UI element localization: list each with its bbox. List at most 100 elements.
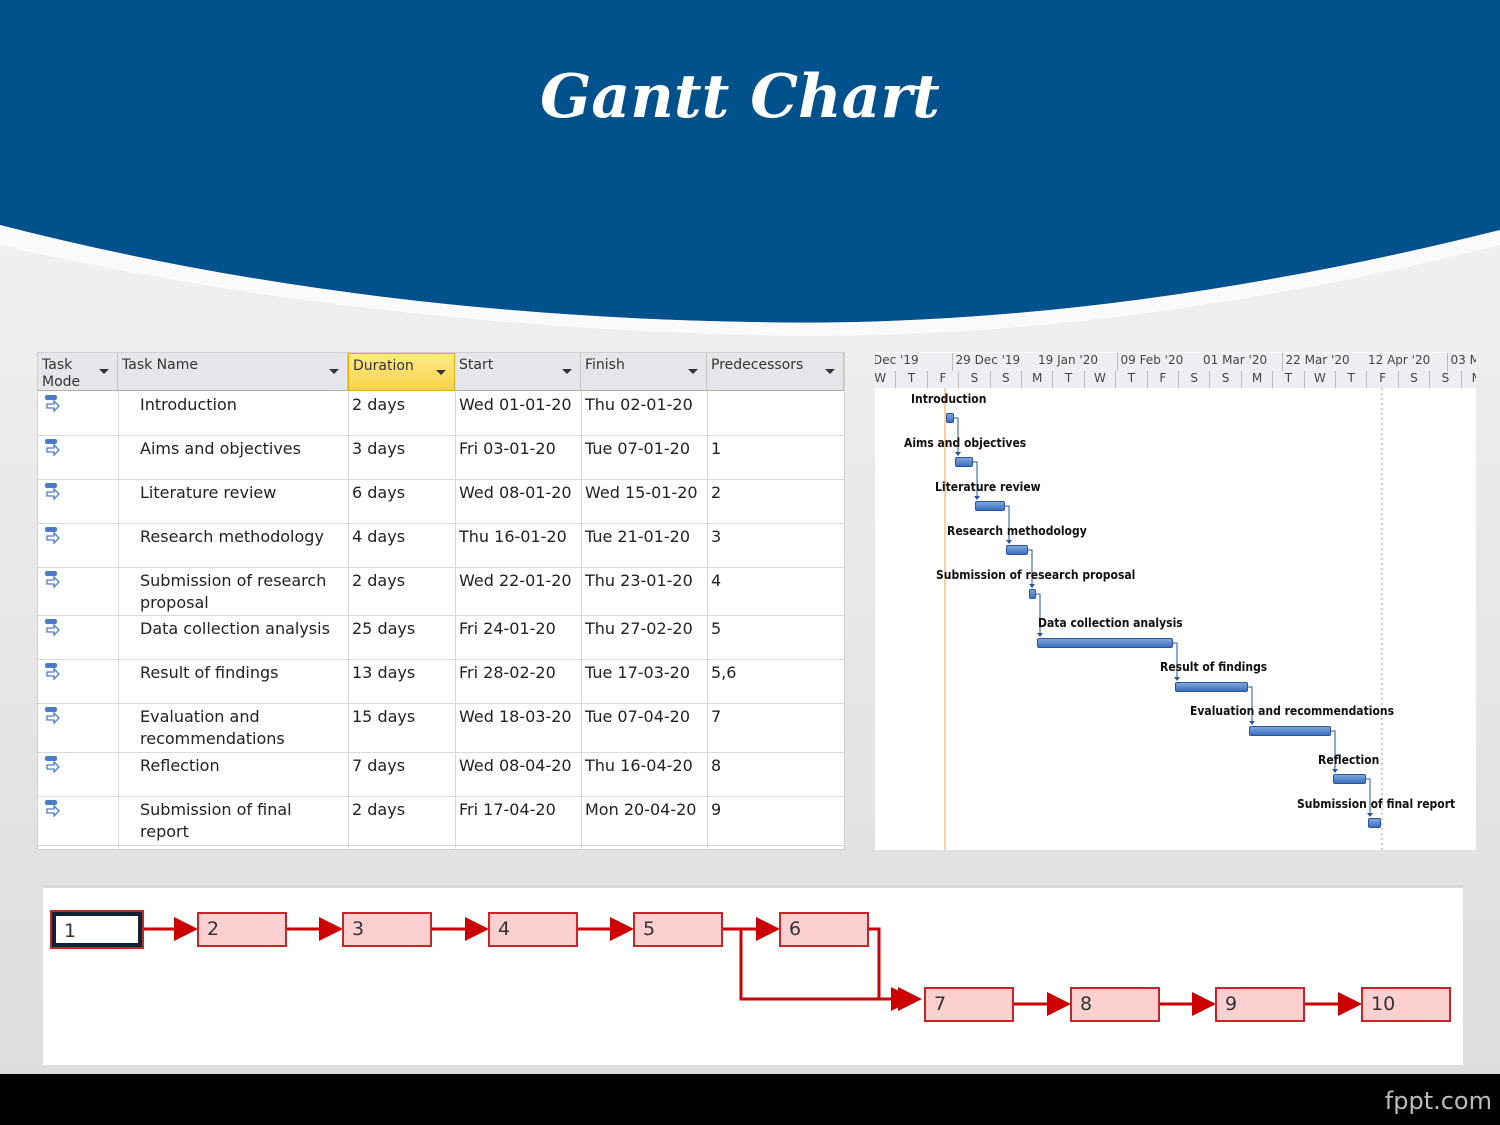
gantt-bar[interactable] xyxy=(1037,638,1173,648)
header-start[interactable]: Start xyxy=(455,353,581,391)
network-node[interactable]: 4 xyxy=(488,912,578,947)
auto-scheduled-task-icon xyxy=(45,571,60,588)
cell-name: Data collection analysis xyxy=(140,619,330,638)
cell-duration: 25 days xyxy=(352,619,416,638)
cell-start: Fri 24-01-20 xyxy=(459,619,556,638)
cell-duration: 15 days xyxy=(352,707,416,726)
gantt-bar[interactable] xyxy=(1029,589,1036,599)
gantt-bar[interactable] xyxy=(975,501,1005,511)
row-divider xyxy=(38,845,844,846)
network-node[interactable]: 3 xyxy=(342,912,432,947)
dropdown-arrow-icon[interactable] xyxy=(562,369,572,374)
auto-scheduled-task-icon xyxy=(45,619,60,636)
network-node[interactable]: 5 xyxy=(633,912,723,947)
gantt-bar-label: Result of findings xyxy=(1160,660,1268,674)
cell-finish: Mon 20-04-20 xyxy=(585,800,697,819)
cell-start: Wed 22-01-20 xyxy=(459,571,572,590)
gantt-bar-label: Aims and objectives xyxy=(904,436,1027,450)
gantt-bar[interactable] xyxy=(1368,818,1381,828)
auto-scheduled-task-icon xyxy=(45,663,60,680)
header-label: Task Mode xyxy=(42,357,81,390)
network-node[interactable]: 10 xyxy=(1361,987,1451,1022)
header-label: Task Name xyxy=(122,357,198,373)
cell-name: Introduction xyxy=(140,395,237,414)
gantt-bar[interactable] xyxy=(1249,726,1331,736)
auto-scheduled-task-icon xyxy=(45,800,60,817)
cell-duration: 2 days xyxy=(352,800,406,819)
cell-start: Fri 17-04-20 xyxy=(459,800,556,819)
gantt-bar-label: Submission of final report xyxy=(1297,797,1456,811)
header-label: Predecessors xyxy=(711,357,804,373)
auto-scheduled-task-icon xyxy=(45,756,60,773)
cell-pred: 8 xyxy=(711,756,722,775)
dropdown-arrow-icon[interactable] xyxy=(99,369,109,374)
brand-logo: fppt.com xyxy=(1384,1087,1492,1115)
gantt-bar-label: Reflection xyxy=(1318,753,1380,767)
footer-bar xyxy=(0,1074,1500,1125)
network-node[interactable]: 1 xyxy=(52,912,142,947)
cell-pred: 3 xyxy=(711,527,722,546)
gantt-links xyxy=(944,388,1383,850)
cell-pred xyxy=(708,392,838,396)
cell-start: Wed 01-01-20 xyxy=(459,395,572,414)
header-task-mode[interactable]: Task Mode xyxy=(38,353,118,391)
dependency-arrow xyxy=(1029,584,1035,588)
dependency-arrow xyxy=(1367,813,1373,817)
dropdown-arrow-icon[interactable] xyxy=(436,370,446,375)
auto-scheduled-task-icon xyxy=(45,439,60,456)
dependency-arrow xyxy=(955,452,961,456)
dropdown-arrow-icon[interactable] xyxy=(825,369,835,374)
dropdown-arrow-icon[interactable] xyxy=(688,369,698,374)
cell-finish: Thu 23-01-20 xyxy=(585,571,693,590)
cell-start: Thu 16-01-20 xyxy=(459,527,567,546)
cell-pred: 1 xyxy=(711,439,722,458)
cell-finish: Tue 21-01-20 xyxy=(585,527,691,546)
cell-name: Literature review xyxy=(140,483,277,502)
gantt-bar[interactable] xyxy=(1333,774,1366,784)
dropdown-arrow-icon[interactable] xyxy=(329,369,339,374)
cell-start: Wed 18-03-20 xyxy=(459,707,572,726)
gantt-bar[interactable] xyxy=(946,413,954,423)
cell-finish: Tue 07-04-20 xyxy=(585,707,691,726)
cell-finish: Thu 27-02-20 xyxy=(585,619,693,638)
cell-name: Aims and objectives xyxy=(140,439,301,458)
header-predecessors[interactable]: Predecessors xyxy=(707,353,844,391)
gantt-bar[interactable] xyxy=(955,457,973,467)
cell-name: Evaluation and recommendations xyxy=(140,707,285,748)
gantt-bar-label: Introduction xyxy=(911,392,987,406)
cell-duration: 3 days xyxy=(352,439,406,458)
header-label: Start xyxy=(459,357,494,373)
cell-name: Research methodology xyxy=(140,527,324,546)
cell-finish: Thu 02-01-20 xyxy=(585,395,693,414)
cell-finish: Tue 07-01-20 xyxy=(585,439,691,458)
network-node[interactable]: 6 xyxy=(779,912,869,947)
gantt-bar[interactable] xyxy=(1175,682,1248,692)
cell-pred: 2 xyxy=(711,483,722,502)
network-diagram: 1 2 3 4 5 6 7 8 9 10 xyxy=(43,885,1463,1065)
network-node[interactable]: 2 xyxy=(197,912,287,947)
header-task-name[interactable]: Task Name xyxy=(118,353,348,391)
network-node[interactable]: 9 xyxy=(1215,987,1305,1022)
cell-pred: 9 xyxy=(711,800,722,819)
cell-name: Submission of research proposal xyxy=(140,571,327,612)
gantt-bar[interactable] xyxy=(1006,545,1028,555)
header-finish[interactable]: Finish xyxy=(581,353,707,391)
slide-title: Gantt Chart xyxy=(540,62,940,132)
cell-finish: Tue 17-03-20 xyxy=(585,663,691,682)
cell-pred: 7 xyxy=(711,707,722,726)
cell-finish: Thu 16-04-20 xyxy=(585,756,693,775)
cell-name: Reflection xyxy=(140,756,220,775)
auto-scheduled-task-icon xyxy=(45,395,60,412)
header-duration[interactable]: Duration xyxy=(348,353,455,391)
dependency-arrow xyxy=(1332,769,1338,773)
cell-start: Fri 28-02-20 xyxy=(459,663,556,682)
gantt-bar-label: Research methodology xyxy=(947,524,1087,538)
cell-duration: 2 days xyxy=(352,395,406,414)
auto-scheduled-task-icon xyxy=(45,483,60,500)
auto-scheduled-task-icon xyxy=(45,527,60,544)
cell-duration: 6 days xyxy=(352,483,406,502)
network-node[interactable]: 8 xyxy=(1070,987,1160,1022)
cell-pred: 5 xyxy=(711,619,722,638)
network-node[interactable]: 7 xyxy=(924,987,1014,1022)
cell-duration: 4 days xyxy=(352,527,406,546)
